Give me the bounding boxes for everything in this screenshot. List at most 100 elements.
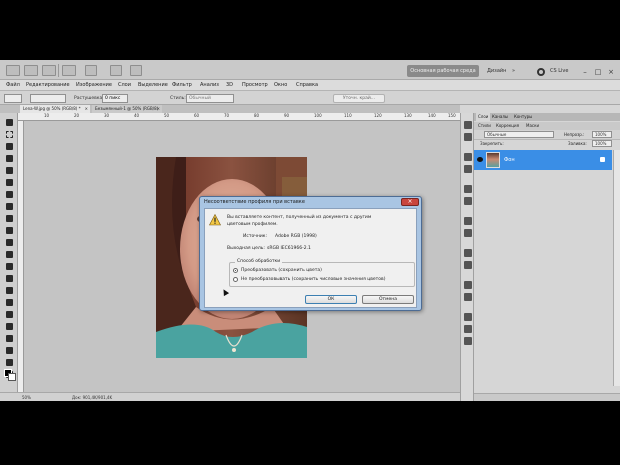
hand-tool-icon[interactable]: [85, 65, 97, 76]
menu-edit[interactable]: Редактирование: [26, 82, 70, 88]
adjustments-panel-icon[interactable]: [464, 185, 472, 193]
histogram-panel-icon[interactable]: [464, 337, 472, 345]
workspace-label[interactable]: Дизайн: [487, 68, 506, 74]
bridge-icon[interactable]: [24, 65, 38, 76]
document-tab-active[interactable]: Lenа-W.jpg @ 50% (RGB/8) * ×: [20, 105, 90, 113]
navigator-panel-icon[interactable]: [464, 325, 472, 333]
workspace-more-icon[interactable]: »: [512, 68, 515, 74]
cs-live-label[interactable]: CS Live: [550, 68, 568, 74]
tab-adjustments[interactable]: Коррекция: [494, 122, 521, 130]
tab-paths[interactable]: Контуры: [512, 113, 534, 121]
layers-scrollbar[interactable]: [613, 150, 620, 386]
menu-layers[interactable]: Слои: [118, 82, 131, 88]
cancel-button[interactable]: Отмена: [362, 295, 414, 304]
color-panel-icon[interactable]: [464, 153, 472, 161]
blend-mode-select[interactable]: Обычные: [484, 131, 554, 138]
character-panel-icon[interactable]: [464, 249, 472, 257]
3d-camera-tool-icon[interactable]: [6, 347, 13, 354]
menu-filter[interactable]: Фильтр: [172, 82, 192, 88]
refine-edge-button[interactable]: Уточн. край...: [333, 94, 385, 103]
masks-panel-icon[interactable]: [464, 197, 472, 205]
info-panel-icon[interactable]: [464, 313, 472, 321]
channels-panel-icon[interactable]: [464, 229, 472, 237]
actions-panel-icon[interactable]: [464, 133, 472, 141]
eraser-tool-icon[interactable]: [6, 239, 13, 246]
menu-file[interactable]: Файл: [6, 82, 20, 88]
swatches-panel-icon[interactable]: [464, 165, 472, 173]
eye-icon[interactable]: [477, 157, 483, 162]
pen-tool-icon[interactable]: [6, 287, 13, 294]
arrange-documents-icon[interactable]: [110, 65, 122, 76]
feather-input[interactable]: 0 пикс: [102, 94, 128, 103]
fill-input[interactable]: 100%: [592, 140, 612, 147]
menu-analysis[interactable]: Анализ: [200, 82, 219, 88]
dont-convert-radio[interactable]: [233, 277, 238, 282]
essentials-workspace-button[interactable]: Основная рабочая среда: [407, 65, 479, 77]
cs-live-icon[interactable]: [537, 68, 545, 76]
lock-label: Закрепить:: [480, 141, 504, 146]
marquee-tool-icon[interactable]: [6, 131, 13, 138]
zoom-level[interactable]: 50%: [22, 395, 31, 400]
background-color-swatch[interactable]: [8, 373, 16, 381]
layer-row-background[interactable]: Фон: [474, 150, 612, 170]
tools-panel: [0, 113, 18, 392]
ruler-number: 40: [134, 113, 140, 118]
ok-button[interactable]: ОК: [305, 295, 357, 304]
tool-preset-picker[interactable]: [4, 94, 22, 103]
dialog-close-button[interactable]: ×: [401, 198, 419, 206]
minimize-button[interactable]: –: [580, 68, 590, 76]
close-tab-icon[interactable]: ×: [85, 105, 88, 113]
clone-stamp-tool-icon[interactable]: [6, 215, 13, 222]
tab-channels[interactable]: Каналы: [490, 113, 510, 121]
shape-tool-icon[interactable]: [6, 323, 13, 330]
dont-convert-option-label[interactable]: Не преобразовывать (сохранить числовые з…: [241, 277, 385, 282]
opacity-input[interactable]: 100%: [592, 131, 612, 138]
convert-option-label[interactable]: Преобразовать (сохранить цвета): [241, 268, 322, 273]
menu-image[interactable]: Изображение: [76, 82, 112, 88]
path-selection-tool-icon[interactable]: [6, 311, 13, 318]
mini-bridge-icon[interactable]: [42, 65, 56, 76]
3d-rotate-tool-icon[interactable]: [6, 335, 13, 342]
layer-thumbnail[interactable]: [486, 152, 500, 168]
eyedropper-tool-icon[interactable]: [6, 179, 13, 186]
dodge-tool-icon[interactable]: [6, 275, 13, 282]
close-button[interactable]: ×: [606, 68, 616, 76]
history-brush-tool-icon[interactable]: [6, 227, 13, 234]
quick-selection-tool-icon[interactable]: [6, 155, 13, 162]
tab-masks[interactable]: Маски: [524, 122, 541, 130]
vertical-ruler[interactable]: [18, 121, 24, 392]
tab-styles[interactable]: Стили: [476, 122, 493, 130]
view-extras-icon[interactable]: [62, 65, 76, 76]
clone-source-panel-icon[interactable]: [464, 293, 472, 301]
menu-help[interactable]: Справка: [296, 82, 318, 88]
crop-tool-icon[interactable]: [6, 167, 13, 174]
convert-radio[interactable]: [233, 268, 238, 273]
screen-mode-icon[interactable]: [130, 65, 142, 76]
blur-tool-icon[interactable]: [6, 263, 13, 270]
tab-layers[interactable]: Слои: [476, 113, 491, 121]
hand-tool-icon[interactable]: [6, 359, 13, 366]
maximize-button[interactable]: □: [593, 68, 603, 76]
gradient-tool-icon[interactable]: [6, 251, 13, 258]
horizontal-ruler[interactable]: 10 20 30 40 50 60 70 80 90 100 110 120 1…: [18, 113, 460, 121]
menu-3d[interactable]: 3D: [226, 82, 233, 88]
style-select[interactable]: Обычный: [186, 94, 234, 103]
menu-window[interactable]: Окно: [274, 82, 287, 88]
type-tool-icon[interactable]: [6, 299, 13, 306]
document-tab[interactable]: Безымянный-1 @ 50% (RGB/8) ×: [92, 105, 162, 113]
paragraph-panel-icon[interactable]: [464, 261, 472, 269]
menu-view[interactable]: Просмотр: [242, 82, 268, 88]
layer-name[interactable]: Фон: [504, 157, 515, 163]
move-tool-icon[interactable]: [6, 119, 13, 126]
menu-select[interactable]: Выделение: [138, 82, 168, 88]
brush-tool-icon[interactable]: [6, 203, 13, 210]
history-panel-icon[interactable]: [464, 121, 472, 129]
close-tab-icon[interactable]: ×: [157, 105, 160, 113]
status-bar: 50% Док: 901,4K/901,4K: [0, 392, 460, 401]
brush-panel-icon[interactable]: [464, 281, 472, 289]
opacity-label: Непрозр.:: [564, 132, 585, 137]
selection-mode-buttons[interactable]: [30, 94, 66, 103]
healing-brush-tool-icon[interactable]: [6, 191, 13, 198]
lasso-tool-icon[interactable]: [6, 143, 13, 150]
paths-panel-icon[interactable]: [464, 217, 472, 225]
